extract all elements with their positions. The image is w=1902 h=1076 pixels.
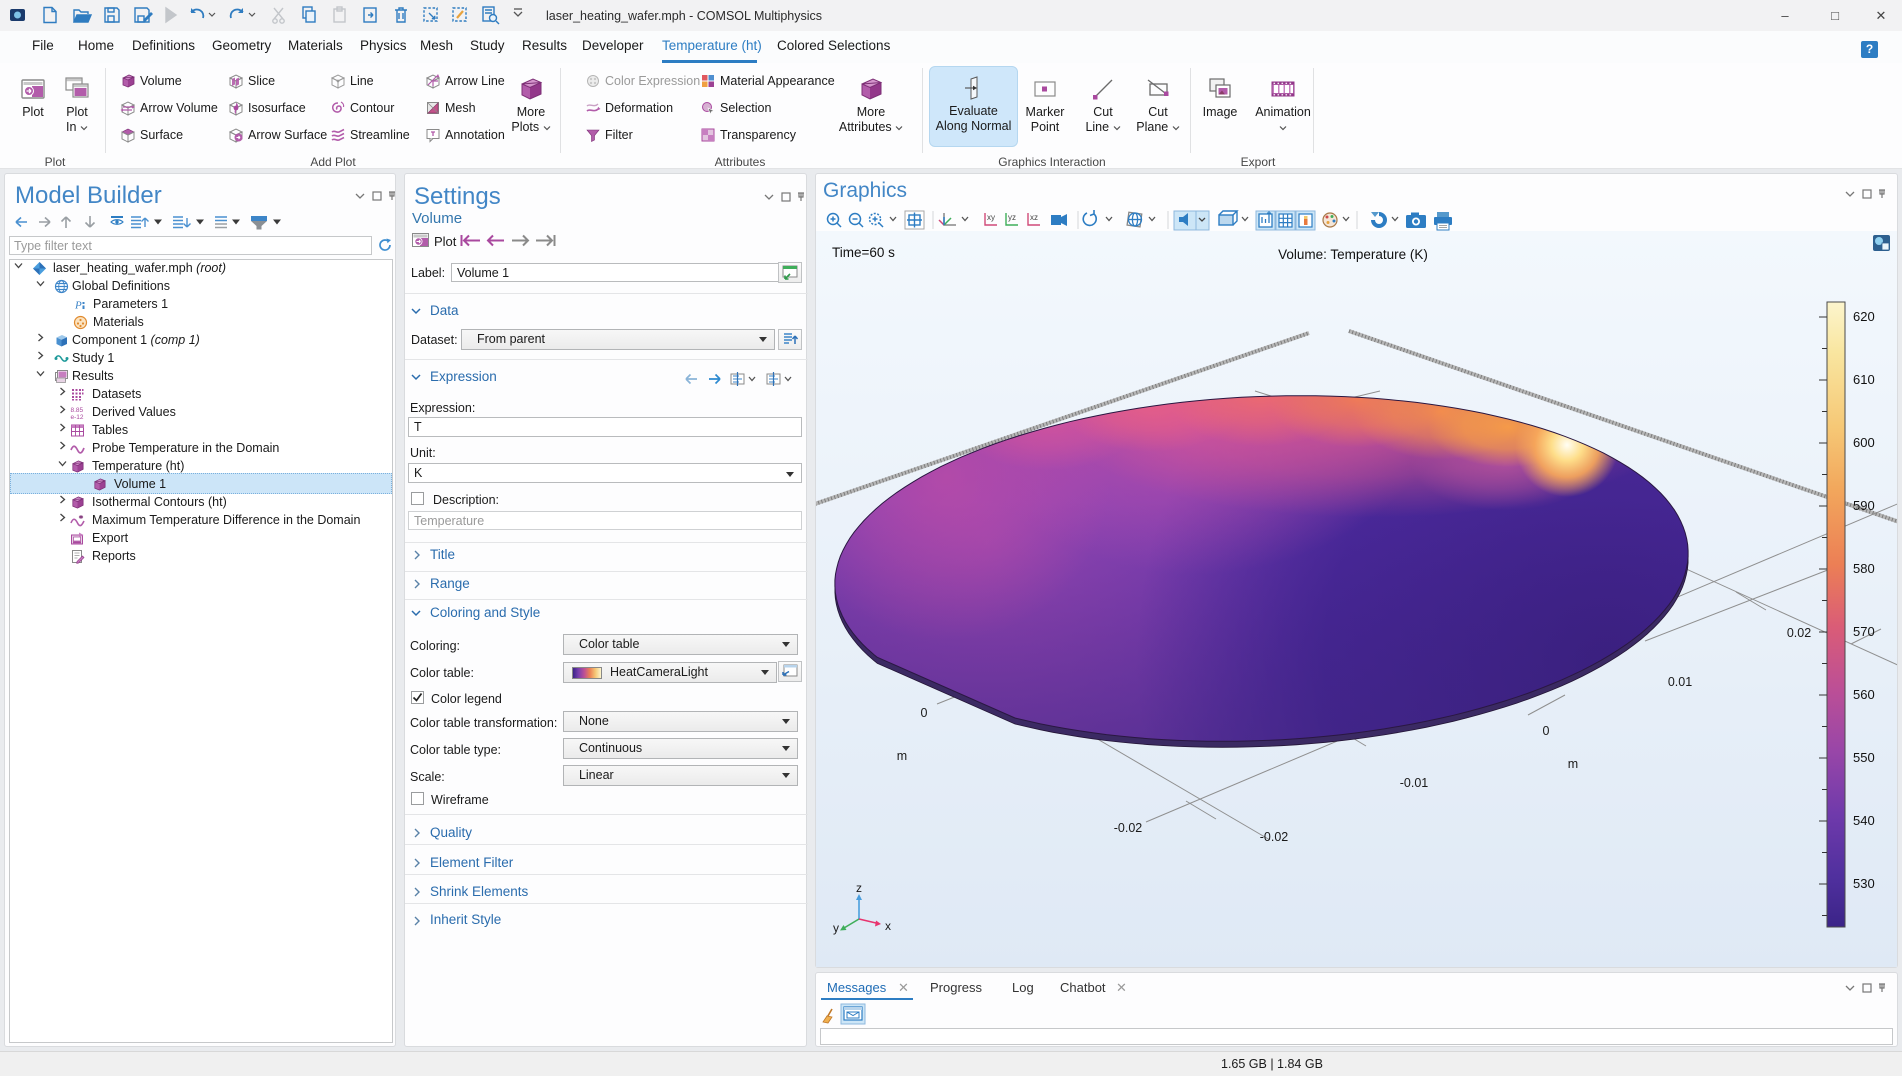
svg-text:590: 590: [1853, 498, 1875, 513]
svg-text:540: 540: [1853, 813, 1875, 828]
svg-text:0.02: 0.02: [1787, 626, 1811, 640]
svg-text:Time=60 s: Time=60 s: [832, 245, 895, 260]
svg-text:620: 620: [1853, 309, 1875, 324]
svg-text:Volume: Temperature (K): Volume: Temperature (K): [1278, 247, 1428, 262]
svg-text:-0.01: -0.01: [1400, 776, 1429, 790]
svg-text:0.01: 0.01: [1668, 675, 1692, 689]
svg-text:600: 600: [1853, 435, 1875, 450]
svg-text:yz: yz: [1008, 213, 1016, 222]
svg-text:550: 550: [1853, 750, 1875, 765]
svg-text:xz: xz: [1030, 213, 1038, 222]
svg-text:m: m: [897, 749, 907, 763]
svg-text:610: 610: [1853, 372, 1875, 387]
svg-text:560: 560: [1853, 687, 1875, 702]
svg-text:m: m: [1568, 757, 1578, 771]
svg-text:xy: xy: [987, 213, 995, 222]
svg-text:y: y: [833, 921, 839, 935]
svg-text:0: 0: [921, 706, 928, 720]
svg-text:530: 530: [1853, 876, 1875, 891]
svg-text:0: 0: [1543, 724, 1550, 738]
svg-text:580: 580: [1853, 561, 1875, 576]
svg-text:-0.02: -0.02: [1260, 830, 1289, 844]
svg-text:z: z: [856, 881, 862, 895]
svg-text:-0.02: -0.02: [1114, 821, 1143, 835]
svg-text:570: 570: [1853, 624, 1875, 639]
svg-text:x: x: [885, 919, 891, 933]
